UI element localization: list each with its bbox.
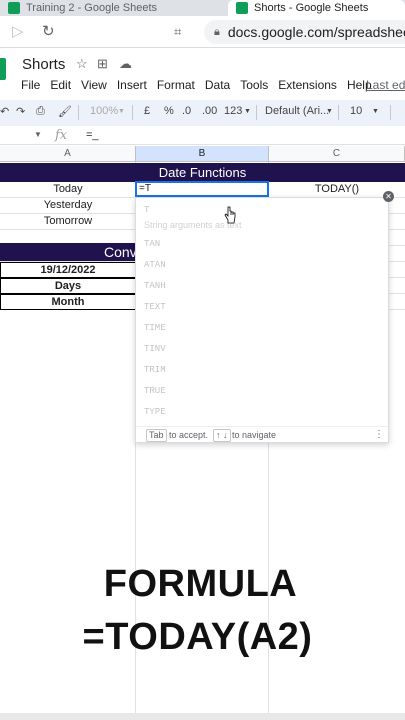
navigate-text: to navigate [232, 430, 277, 440]
close-icon[interactable]: ✕ [383, 191, 394, 202]
sheets-favicon-icon [236, 2, 248, 14]
bookmark-icon[interactable]: ⌗ [174, 23, 181, 41]
tab-title: Shorts - Google Sheets [254, 2, 369, 14]
active-cell-editor[interactable]: =T [135, 181, 269, 197]
caption-line-2: =TODAY(A2) [82, 616, 313, 658]
toolbar-divider [256, 105, 257, 120]
cell-label-tomorrow[interactable]: Tomorrow [0, 213, 136, 229]
autocomplete-item[interactable]: TRUE [144, 386, 166, 396]
lock-icon: 🔒︎ [214, 25, 220, 38]
decrease-decimal-button[interactable]: .0 [182, 105, 191, 117]
autocomplete-item[interactable]: T [144, 205, 149, 215]
chevron-down-icon: ▼ [118, 108, 125, 115]
currency-button[interactable]: £ [144, 105, 150, 117]
menu-format[interactable]: Format [157, 78, 195, 92]
tab-key: Tab [146, 429, 167, 442]
cell-label-yesterday[interactable]: Yesterday [0, 197, 136, 213]
tab-title: Training 2 - Google Sheets [26, 2, 158, 14]
arrow-keys: ↑ ↓ [213, 429, 231, 442]
redo-icon[interactable]: ↷ [16, 105, 25, 118]
toolbar: ↶ ↷ ⎙ 🖌︎ 100% ▼ £ % .0 .00 123 ▼ Default… [0, 100, 405, 126]
column-header-b[interactable]: B [136, 146, 269, 162]
bottom-strip [0, 713, 405, 720]
percent-button[interactable]: % [164, 105, 174, 117]
undo-icon[interactable]: ↶ [0, 105, 9, 118]
cell-label-today[interactable]: Today [0, 181, 136, 197]
caption-line-1: FORMULA [103, 563, 298, 605]
function-icon: fx [55, 128, 68, 143]
menu-extensions[interactable]: Extensions [278, 78, 337, 92]
screen: Training 2 - Google Sheets Shorts - Goog… [0, 0, 405, 720]
menu-data[interactable]: Data [205, 78, 230, 92]
column-header-a[interactable]: A [0, 146, 136, 162]
cell-month[interactable]: Month [0, 294, 136, 310]
cell-date[interactable]: 19/12/2022 [0, 262, 136, 278]
toolbar-divider [390, 105, 391, 120]
menu-edit[interactable]: Edit [50, 78, 71, 92]
formula-input[interactable]: =_ [86, 129, 99, 141]
banner-title: Date Functions [158, 165, 247, 180]
font-size-select[interactable]: 10 [350, 105, 362, 117]
autocomplete-footer: Tab to accept. ↑ ↓ to navigate ⋮ [136, 426, 388, 443]
autocomplete-item[interactable]: TIME [144, 323, 166, 333]
more-formats-button[interactable]: 123 [224, 105, 242, 117]
toolbar-divider [338, 105, 339, 120]
document-title[interactable]: Shorts [22, 56, 65, 73]
autocomplete-item[interactable]: TANH [144, 281, 166, 291]
autocomplete-item[interactable]: TYPE [144, 407, 166, 417]
hand-cursor-icon [224, 206, 236, 224]
print-icon[interactable]: ⎙ [36, 105, 45, 118]
formula-bar: ▼ fx =_ [0, 127, 405, 145]
autocomplete-item[interactable]: TAN [144, 239, 160, 249]
toolbar-divider [78, 105, 79, 120]
name-box-chevron-icon[interactable]: ▼ [34, 130, 42, 139]
cell-days[interactable]: Days [0, 278, 136, 294]
last-edit-link[interactable]: Last edit [366, 78, 405, 92]
increase-decimal-button[interactable]: .00 [202, 105, 217, 117]
toolbar-divider [132, 105, 133, 120]
autocomplete-popup: T String arguments as text TAN ATAN TANH… [135, 197, 389, 443]
autocomplete-item[interactable]: ATAN [144, 260, 166, 270]
menu-insert[interactable]: Insert [117, 78, 147, 92]
chevron-down-icon: ▼ [326, 108, 333, 115]
sheets-logo-icon[interactable] [0, 58, 6, 80]
sheets-header: Shorts ☆ ⊞ ☁ File Edit View Insert Forma… [0, 48, 405, 98]
browser-tab-training[interactable]: Training 2 - Google Sheets [0, 0, 220, 16]
menu-tools[interactable]: Tools [240, 78, 268, 92]
accept-text: to accept. [169, 430, 209, 440]
paint-format-icon[interactable]: 🖌︎ [58, 105, 72, 118]
forward-icon[interactable]: ▷ [12, 23, 24, 41]
reload-icon[interactable]: ↻ [42, 23, 55, 41]
move-folder-icon[interactable]: ⊞ [97, 56, 108, 72]
autocomplete-item[interactable]: TINV [144, 344, 166, 354]
star-icon[interactable]: ☆ [76, 56, 88, 72]
browser-tab-strip: Training 2 - Google Sheets Shorts - Goog… [0, 0, 405, 16]
browser-tab-shorts[interactable]: Shorts - Google Sheets [228, 0, 405, 16]
address-bar[interactable]: 🔒︎ docs.google.com/spreadsheets [204, 20, 405, 44]
menu-bar: File Edit View Insert Format Data Tools … [21, 78, 372, 92]
more-options-icon[interactable]: ⋮ [374, 429, 384, 440]
browser-navbar: ▷ ↻ ⌗ 🔒︎ docs.google.com/spreadsheets [0, 16, 405, 48]
cloud-status-icon[interactable]: ☁ [119, 56, 132, 72]
font-select[interactable]: Default (Ari... [265, 105, 329, 117]
sheets-favicon-icon [8, 2, 20, 14]
autocomplete-item[interactable]: TEXT [144, 302, 166, 312]
active-cell-formula: =T [139, 183, 151, 194]
chevron-down-icon: ▼ [372, 108, 379, 115]
url-text: docs.google.com/spreadsheets [227, 24, 405, 40]
chevron-down-icon: ▼ [244, 108, 251, 115]
column-header-c[interactable]: C [269, 146, 405, 162]
menu-view[interactable]: View [81, 78, 107, 92]
second-banner-title: Conv [104, 244, 137, 260]
zoom-select[interactable]: 100% [90, 105, 118, 117]
autocomplete-item[interactable]: TRIM [144, 365, 166, 375]
menu-file[interactable]: File [21, 78, 40, 92]
